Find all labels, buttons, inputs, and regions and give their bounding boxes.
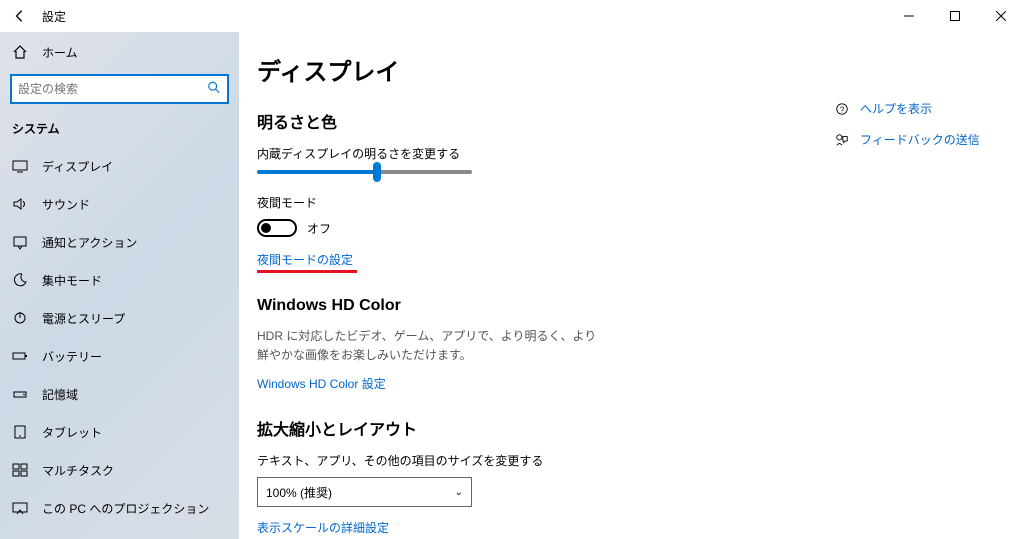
power-icon — [12, 310, 28, 326]
night-light-state: オフ — [307, 220, 331, 237]
sidebar-item-tablet[interactable]: タブレット — [0, 413, 239, 451]
back-button[interactable] — [10, 6, 30, 26]
home-label: ホーム — [42, 44, 78, 61]
help-icon: ? — [834, 102, 850, 116]
search-input[interactable] — [10, 74, 229, 104]
sidebar-item-label: 通知とアクション — [42, 234, 137, 251]
chevron-down-icon: ⌄ — [455, 487, 463, 498]
hd-color-section-title: Windows HD Color — [257, 297, 996, 315]
notifications-icon — [12, 234, 28, 250]
sidebar-item-focus[interactable]: 集中モード — [0, 261, 239, 299]
feedback-link[interactable]: フィードバックの送信 — [834, 131, 1004, 148]
sidebar-item-label: 記憶域 — [42, 386, 78, 403]
home-button[interactable]: ホーム — [0, 34, 239, 70]
text-size-dropdown[interactable]: 100% (推奨) ⌄ — [257, 477, 472, 507]
sidebar-item-power[interactable]: 電源とスリープ — [0, 299, 239, 337]
sidebar-item-label: 集中モード — [42, 272, 102, 289]
sidebar-item-label: サウンド — [42, 196, 90, 213]
sidebar-item-label: 電源とスリープ — [42, 310, 125, 327]
toggle-knob — [261, 223, 271, 233]
sidebar-item-label: マルチタスク — [42, 462, 114, 479]
sidebar-item-label: この PC へのプロジェクション — [42, 500, 209, 517]
sidebar-item-projection[interactable]: この PC へのプロジェクション — [0, 489, 239, 527]
home-icon — [12, 44, 28, 60]
display-icon — [12, 158, 28, 174]
sidebar-group-title: システム — [0, 114, 239, 147]
night-light-settings-link[interactable]: 夜間モードの設定 — [257, 251, 353, 268]
hd-color-description: HDR に対応したビデオ、ゲーム、アプリで、より明るく、より鮮やかな画像をお楽し… — [257, 327, 597, 365]
night-light-toggle[interactable] — [257, 219, 297, 237]
highlight-underline — [257, 270, 357, 273]
slider-thumb[interactable] — [373, 162, 381, 182]
help-link[interactable]: ? ヘルプを表示 — [834, 100, 1004, 117]
sidebar-item-shared[interactable]: 共有エクスペリエンス — [0, 527, 239, 539]
sidebar-item-sound[interactable]: サウンド — [0, 185, 239, 223]
sidebar-item-label: バッテリー — [42, 348, 102, 365]
sidebar-item-label: タブレット — [42, 424, 102, 441]
sidebar-item-label: ディスプレイ — [42, 158, 113, 175]
sidebar: ホーム システム ディスプレイ サウンド 通知とアクション 集中モード 電源とス… — [0, 32, 239, 539]
help-label: ヘルプを表示 — [860, 100, 932, 117]
sidebar-item-battery[interactable]: バッテリー — [0, 337, 239, 375]
text-size-label: テキスト、アプリ、その他の項目のサイズを変更する — [257, 452, 996, 469]
sidebar-item-storage[interactable]: 記憶域 — [0, 375, 239, 413]
svg-text:?: ? — [840, 105, 845, 114]
search-container — [10, 74, 229, 104]
minimize-button[interactable] — [886, 0, 932, 32]
sidebar-item-notifications[interactable]: 通知とアクション — [0, 223, 239, 261]
tablet-icon — [12, 424, 28, 440]
maximize-button[interactable] — [932, 0, 978, 32]
moon-icon — [12, 272, 28, 288]
aside-panel: ? ヘルプを表示 フィードバックの送信 — [834, 100, 1004, 162]
multitask-icon — [12, 462, 28, 478]
sidebar-item-multitask[interactable]: マルチタスク — [0, 451, 239, 489]
advanced-scale-link[interactable]: 表示スケールの詳細設定 — [257, 519, 389, 536]
sound-icon — [12, 196, 28, 212]
close-button[interactable] — [978, 0, 1024, 32]
hd-color-link[interactable]: Windows HD Color 設定 — [257, 375, 386, 392]
sidebar-item-display[interactable]: ディスプレイ — [0, 147, 239, 185]
scale-section-title: 拡大縮小とレイアウト — [257, 416, 996, 440]
battery-icon — [12, 348, 28, 364]
brightness-slider[interactable] — [257, 170, 472, 174]
main-content: ディスプレイ 明るさと色 内蔵ディスプレイの明るさを変更する 夜間モード オフ … — [239, 32, 1024, 539]
text-size-value: 100% (推奨) — [266, 484, 332, 501]
feedback-label: フィードバックの送信 — [860, 131, 980, 148]
storage-icon — [12, 386, 28, 402]
projection-icon — [12, 500, 28, 516]
night-light-label: 夜間モード — [257, 194, 996, 211]
page-heading: ディスプレイ — [257, 52, 996, 87]
window-title: 設定 — [42, 8, 66, 25]
feedback-icon — [834, 133, 850, 147]
